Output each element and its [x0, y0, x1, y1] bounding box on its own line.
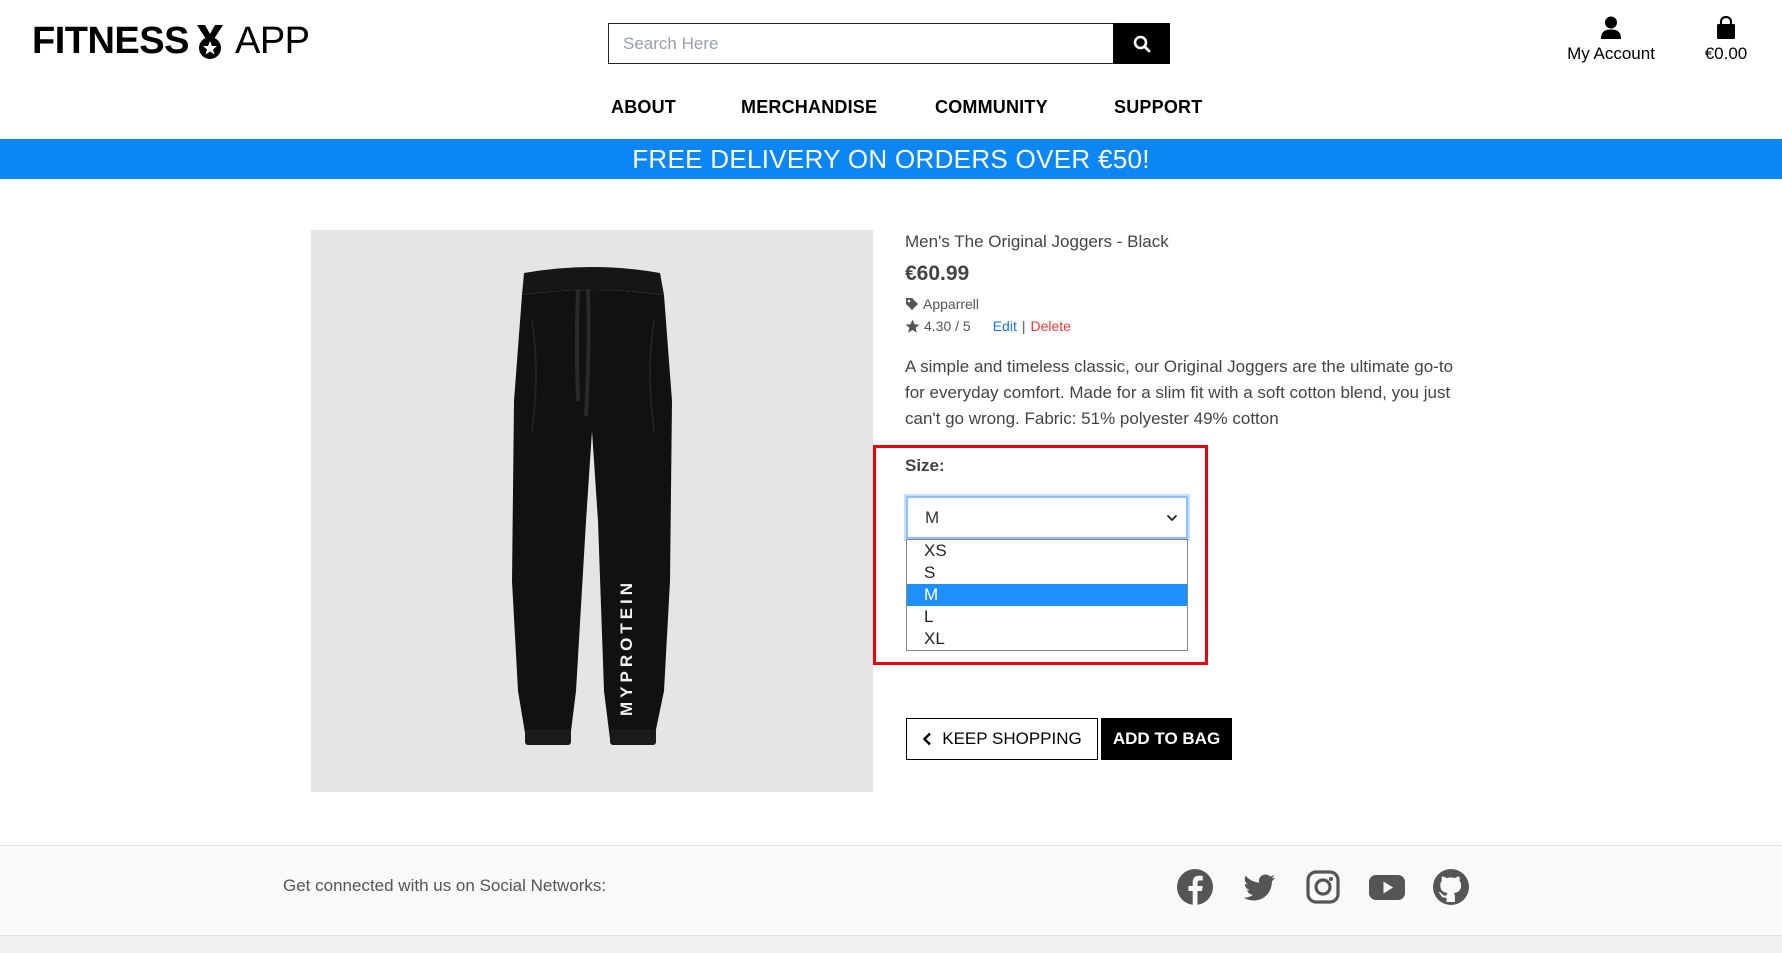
size-select[interactable]: M	[906, 496, 1188, 539]
facebook-icon[interactable]	[1176, 868, 1214, 906]
add-to-bag-button[interactable]: ADD TO BAG	[1101, 718, 1232, 760]
joggers-illustration: MYPROTEIN	[512, 267, 672, 745]
edit-link[interactable]: Edit	[993, 318, 1017, 334]
medal-icon	[193, 23, 227, 61]
size-option-xl[interactable]: XL	[907, 628, 1187, 650]
user-icon	[1601, 16, 1621, 39]
product-description: A simple and timeless classic, our Origi…	[905, 357, 1454, 428]
size-label: Size:	[905, 456, 945, 475]
github-icon[interactable]	[1432, 868, 1470, 906]
logo-text-left: FITNESS	[32, 20, 189, 62]
rating-value: 4.30 / 5	[924, 318, 971, 334]
footer-bottom-bar	[0, 935, 1782, 953]
link-separator: |	[1021, 318, 1026, 334]
youtube-icon[interactable]	[1368, 868, 1406, 906]
size-option-s[interactable]: S	[907, 562, 1187, 584]
tag-icon	[906, 298, 918, 310]
social-networks-text: Get connected with us on Social Networks…	[283, 876, 607, 895]
social-icons	[1176, 868, 1470, 906]
search-input[interactable]	[608, 23, 1113, 64]
brand-text: MYPROTEIN	[617, 579, 636, 716]
product-name: Men's The Original Joggers - Black	[905, 232, 1169, 251]
product-category[interactable]: Apparrell	[905, 296, 1465, 312]
chevron-down-icon	[1166, 514, 1178, 521]
search-bar	[608, 23, 1170, 64]
size-option-l[interactable]: L	[907, 606, 1187, 628]
shopping-bag-link[interactable]: €0.00	[1696, 16, 1756, 64]
size-option-m[interactable]: M	[907, 584, 1187, 606]
my-account-label: My Account	[1567, 44, 1655, 63]
search-icon	[1133, 35, 1150, 52]
shopping-bag-icon	[1717, 16, 1735, 39]
keep-shopping-label: KEEP SHOPPING	[942, 729, 1082, 748]
search-button[interactable]	[1113, 23, 1170, 64]
product-image: MYPROTEIN	[311, 230, 873, 792]
size-options-list: XS S M L XL	[906, 539, 1188, 651]
size-option-xs[interactable]: XS	[907, 540, 1187, 562]
size-selected-value: M	[925, 507, 940, 527]
instagram-icon[interactable]	[1304, 868, 1342, 906]
site-header: FITNESS APP My Account	[0, 0, 1782, 139]
product-rating-row: 4.30 / 5 Edit | Delete	[905, 318, 1465, 334]
nav-item-merchandise[interactable]: MERCHANDISE	[741, 97, 877, 118]
logo[interactable]: FITNESS APP	[32, 20, 310, 63]
delete-link[interactable]: Delete	[1030, 318, 1070, 334]
product-details: Men's The Original Joggers - Black €60.9…	[905, 232, 1465, 432]
nav-item-community[interactable]: COMMUNITY	[935, 97, 1048, 118]
star-icon	[905, 319, 920, 333]
nav-item-support[interactable]: SUPPORT	[1114, 97, 1202, 118]
bag-total: €0.00	[1704, 44, 1748, 63]
delivery-banner: FREE DELIVERY ON ORDERS OVER €50!	[0, 139, 1782, 179]
category-label: Apparrell	[923, 296, 980, 312]
nav-item-about[interactable]: ABOUT	[611, 97, 676, 118]
my-account-link[interactable]: My Account	[1556, 16, 1666, 64]
chevron-left-icon	[923, 732, 932, 746]
logo-text-right: APP	[234, 20, 310, 62]
twitter-icon[interactable]	[1240, 868, 1278, 906]
product-price: €60.99	[905, 262, 970, 285]
keep-shopping-button[interactable]: KEEP SHOPPING	[906, 718, 1098, 760]
